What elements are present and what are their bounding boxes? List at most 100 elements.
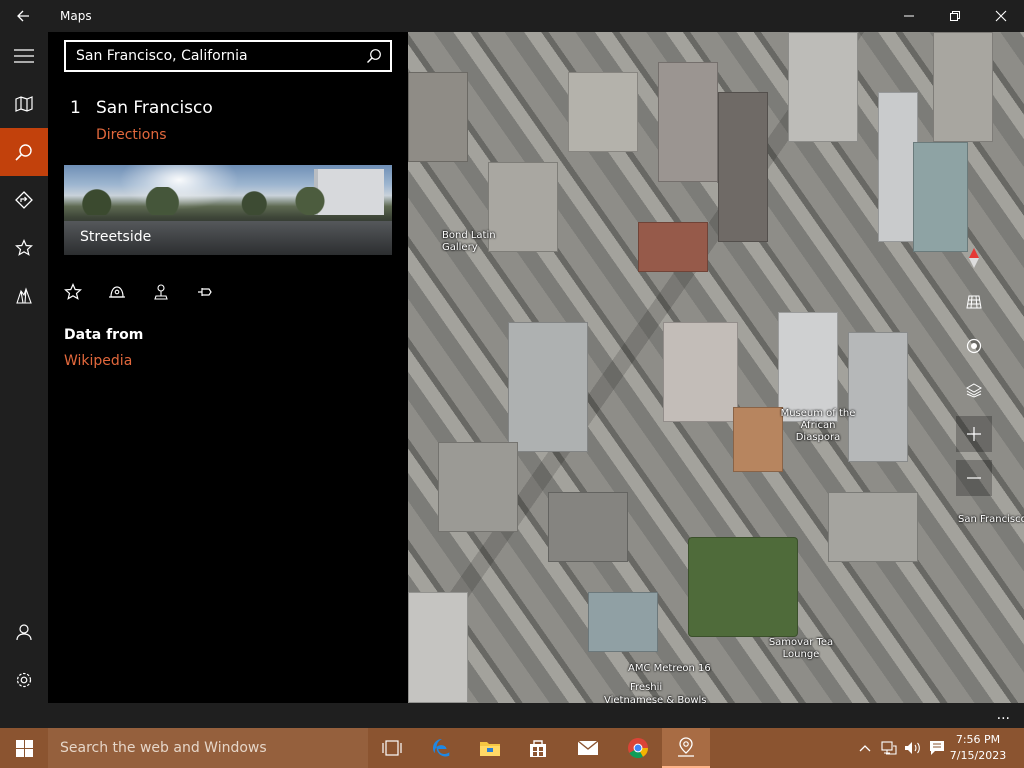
map-label-museum[interactable]: Museum of the African Diaspora <box>778 408 858 444</box>
nearby-icon <box>109 286 125 298</box>
mail-button[interactable] <box>564 728 612 768</box>
favorites-button[interactable] <box>0 224 48 272</box>
map-label-san-francisco[interactable]: San Francisco <box>958 514 1024 526</box>
share-button[interactable] <box>152 282 196 302</box>
map-building <box>548 492 628 562</box>
directions-link[interactable]: Directions <box>96 127 167 143</box>
task-view-icon <box>382 740 402 756</box>
layers-icon <box>966 383 982 398</box>
layers-button[interactable] <box>956 372 992 408</box>
windows-logo-icon <box>15 739 33 757</box>
settings-button[interactable] <box>0 656 48 704</box>
taskbar-search-box[interactable]: Search the web and Windows <box>48 728 368 768</box>
compass-icon <box>969 248 979 268</box>
start-button[interactable] <box>0 728 48 768</box>
chrome-button[interactable] <box>614 728 662 768</box>
folder-icon <box>480 742 500 756</box>
zoom-in-icon <box>967 427 981 441</box>
data-from-label: Data from <box>64 327 144 343</box>
nearby-button[interactable] <box>108 282 152 302</box>
streetside-label: Streetside <box>80 229 152 245</box>
chrome-icon <box>628 738 649 759</box>
store-bag-icon <box>530 740 546 757</box>
search-results-panel: 1 San Francisco Directions Streetside Da… <box>48 32 408 703</box>
share-icon <box>154 284 168 300</box>
zoom-in-button[interactable] <box>956 416 992 452</box>
result-title[interactable]: San Francisco <box>96 98 213 118</box>
maps-taskbar-button[interactable] <box>662 728 710 768</box>
close-icon <box>995 10 1007 22</box>
chevron-up-icon <box>859 745 871 752</box>
map-building <box>933 32 993 142</box>
minimize-button[interactable] <box>886 0 932 32</box>
taskbar: Search the web and Windows 7:56 PM 7/15/… <box>0 728 1024 768</box>
clock-date: 7/15/2023 <box>949 749 1007 762</box>
pin-button[interactable] <box>196 282 240 302</box>
settings-icon <box>16 672 32 688</box>
app-bar: ... <box>0 703 1024 728</box>
search-icon <box>367 49 381 63</box>
search-input[interactable] <box>66 42 358 70</box>
zoom-out-icon <box>967 477 981 479</box>
restore-button[interactable] <box>932 0 978 32</box>
favorite-button[interactable] <box>64 282 108 302</box>
search-nav-button[interactable] <box>0 128 48 176</box>
map-label-amc[interactable]: AMC Metreon 16 <box>628 663 711 675</box>
map-building <box>778 312 838 422</box>
map-building <box>408 592 468 703</box>
locate-me-button[interactable] <box>956 328 992 364</box>
map-button[interactable] <box>0 80 48 128</box>
compass-button[interactable] <box>956 240 992 276</box>
taskbar-clock[interactable]: 7:56 PM 7/15/2023 <box>946 732 1010 764</box>
map-park <box>688 537 798 637</box>
3d-cities-button[interactable] <box>0 272 48 320</box>
search-icon <box>15 144 32 161</box>
map-building <box>663 322 738 422</box>
menu-icon <box>14 49 34 63</box>
task-view-button[interactable] <box>368 728 416 768</box>
account-button[interactable] <box>0 608 48 656</box>
map-canvas[interactable]: Bond Latin Gallery Museum of the African… <box>408 32 1024 703</box>
navigation-rail <box>0 32 48 703</box>
3d-cities-icon <box>16 287 32 304</box>
wikipedia-link[interactable]: Wikipedia <box>64 353 132 369</box>
map-building <box>508 322 588 452</box>
map-label-bond-gallery[interactable]: Bond Latin Gallery <box>442 230 512 254</box>
store-button[interactable] <box>514 728 562 768</box>
map-label-vietnamese[interactable]: Vietnamese & Bowls <box>604 695 707 703</box>
menu-button[interactable] <box>0 32 48 80</box>
map-building <box>408 72 468 162</box>
result-actions <box>64 282 240 302</box>
back-button[interactable] <box>0 0 46 32</box>
title-bar: Maps <box>0 0 1024 32</box>
map-building <box>588 592 658 652</box>
network-icon <box>881 741 897 755</box>
minimize-icon <box>904 15 914 17</box>
edge-taskbar-button[interactable] <box>418 728 466 768</box>
map-label-freshii[interactable]: Freshii <box>630 682 662 694</box>
clock-time: 7:56 PM <box>955 733 1001 746</box>
maps-app-icon <box>678 737 694 757</box>
locate-icon <box>966 338 982 354</box>
action-center-button[interactable] <box>926 728 948 768</box>
more-options-button[interactable]: ... <box>997 707 1010 723</box>
directions-icon <box>15 191 33 209</box>
show-hidden-icons-button[interactable] <box>856 728 874 768</box>
tilt-icon <box>966 295 982 309</box>
window-title: Maps <box>60 9 92 23</box>
map-building <box>828 492 918 562</box>
close-button[interactable] <box>978 0 1024 32</box>
volume-button[interactable] <box>902 728 924 768</box>
restore-icon <box>950 11 960 21</box>
map-label-samovar[interactable]: Samovar Tea Lounge <box>766 637 836 661</box>
favorites-icon <box>15 239 33 256</box>
notification-icon <box>930 741 944 755</box>
file-explorer-button[interactable] <box>466 728 514 768</box>
directions-button[interactable] <box>0 176 48 224</box>
streetside-preview[interactable]: Streetside <box>64 165 392 255</box>
network-button[interactable] <box>878 728 900 768</box>
tilt-button[interactable] <box>956 284 992 320</box>
account-icon <box>16 624 32 641</box>
search-submit-button[interactable] <box>358 42 390 70</box>
zoom-out-button[interactable] <box>956 460 992 496</box>
